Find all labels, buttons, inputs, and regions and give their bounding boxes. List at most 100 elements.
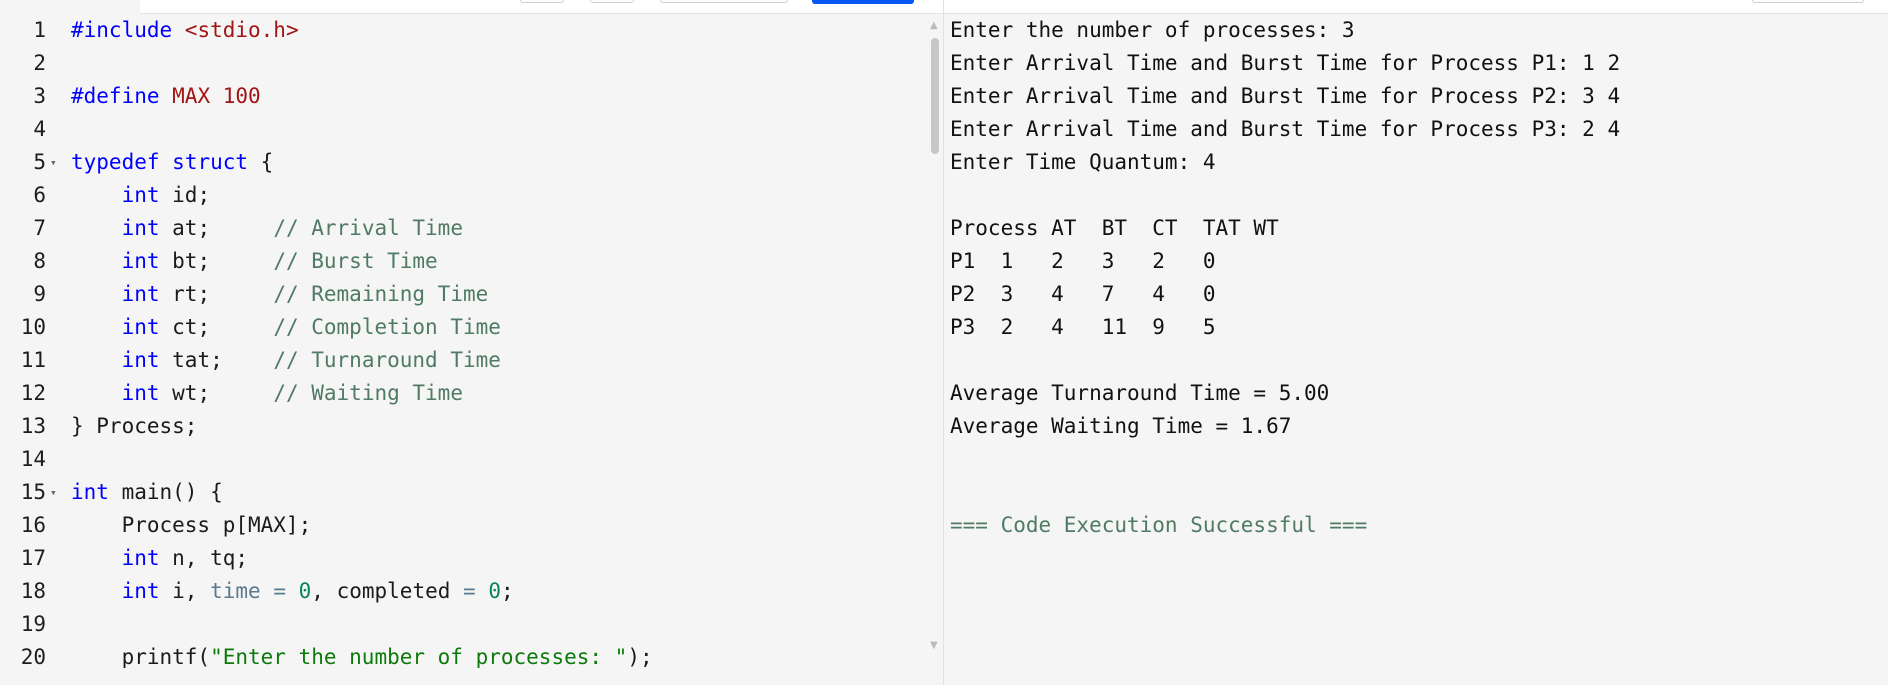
line-number: 3 bbox=[33, 84, 46, 108]
code-line[interactable]: 20 printf("Enter the number of processes… bbox=[0, 641, 930, 668]
code-text: #include <stdio.h> bbox=[71, 14, 299, 47]
line-number: 12 bbox=[20, 381, 46, 405]
code-token: 0 bbox=[298, 579, 312, 603]
code-token: int bbox=[121, 282, 160, 306]
code-line[interactable]: 8 int bt; // Burst Time bbox=[0, 245, 930, 278]
code-token: main() { bbox=[108, 480, 223, 504]
code-token: int bbox=[121, 348, 160, 372]
code-line[interactable]: 2 bbox=[0, 47, 930, 80]
code-line[interactable]: 9 int rt; // Remaining Time bbox=[0, 278, 930, 311]
line-number: 11 bbox=[20, 348, 46, 372]
code-token: int bbox=[121, 183, 160, 207]
code-text: int main() { bbox=[71, 476, 223, 509]
scroll-up-icon[interactable]: ▲ bbox=[930, 20, 938, 31]
output-line: Enter Time Quantum: 4 bbox=[950, 150, 1216, 174]
code-line[interactable]: 5 ▾ typedef struct { bbox=[0, 146, 930, 179]
code-line[interactable]: 6 int id; bbox=[0, 179, 930, 212]
code-token: i, bbox=[159, 579, 211, 603]
code-text: int at; // Arrival Time bbox=[71, 212, 463, 245]
fold-arrow-icon[interactable]: ▾ bbox=[50, 146, 57, 179]
pane-divider[interactable] bbox=[943, 0, 944, 685]
code-line[interactable]: 19 bbox=[0, 608, 930, 641]
code-text: printf("Enter the number of processes: "… bbox=[71, 641, 653, 668]
code-line[interactable]: 3 #define MAX 100 bbox=[0, 80, 930, 113]
code-token: ; bbox=[500, 579, 514, 603]
code-token: rt; bbox=[159, 282, 274, 306]
line-number: 20 bbox=[20, 645, 46, 668]
scrollbar-thumb[interactable] bbox=[931, 38, 939, 154]
code-text: int id; bbox=[71, 179, 211, 212]
line-number: 19 bbox=[20, 612, 46, 636]
toolbar-button[interactable] bbox=[520, 0, 564, 3]
output-line: P1 1 2 3 2 0 bbox=[950, 249, 1216, 273]
code-line[interactable]: 1 #include <stdio.h> bbox=[0, 14, 930, 47]
code-token: Process p[MAX]; bbox=[71, 513, 312, 537]
code-token: at; bbox=[159, 216, 274, 240]
code-token: { bbox=[248, 150, 274, 174]
code-line[interactable]: 4 bbox=[0, 113, 930, 146]
line-number: 15 bbox=[20, 480, 46, 504]
line-number: 9 bbox=[33, 282, 46, 306]
output-line: Enter the number of processes: 3 bbox=[950, 18, 1355, 42]
line-number: 7 bbox=[33, 216, 46, 240]
toolbar-button[interactable] bbox=[590, 0, 634, 3]
code-token: int bbox=[121, 546, 160, 570]
code-line[interactable]: 7 int at; // Arrival Time bbox=[0, 212, 930, 245]
code-text: int bt; // Burst Time bbox=[71, 245, 438, 278]
line-number: 2 bbox=[33, 51, 46, 75]
output-line: Enter Arrival Time and Burst Time for Pr… bbox=[950, 117, 1621, 141]
fold-arrow-icon[interactable]: ▾ bbox=[50, 476, 57, 509]
output-line: Enter Arrival Time and Burst Time for Pr… bbox=[950, 51, 1621, 75]
code-line[interactable]: 16 Process p[MAX]; bbox=[0, 509, 930, 542]
code-token: int bbox=[121, 216, 160, 240]
clear-button[interactable] bbox=[1752, 0, 1864, 3]
top-toolbar bbox=[0, 0, 1888, 14]
code-token: // Turnaround Time bbox=[273, 348, 501, 372]
line-number: 1 bbox=[33, 18, 46, 42]
code-text: int ct; // Completion Time bbox=[71, 311, 501, 344]
code-token: printf( bbox=[71, 645, 211, 668]
toolbar-button[interactable] bbox=[660, 0, 788, 3]
line-number: 16 bbox=[20, 513, 46, 537]
output-line: P3 2 4 11 9 5 bbox=[950, 315, 1216, 339]
line-number: 5 bbox=[33, 150, 46, 174]
code-token: int bbox=[121, 315, 160, 339]
code-text: int n, tq; bbox=[71, 542, 248, 575]
code-token: struct bbox=[172, 150, 249, 174]
code-token: n, tq; bbox=[159, 546, 249, 570]
code-line[interactable]: 15 ▾ int main() { bbox=[0, 476, 930, 509]
code-token: MAX 100 bbox=[172, 84, 261, 108]
code-token: #define bbox=[71, 84, 173, 108]
code-line[interactable]: 18 int i, time = 0, completed = 0; bbox=[0, 575, 930, 608]
code-token: time bbox=[210, 579, 261, 603]
code-editor[interactable]: 1 #include <stdio.h> 2 3 #define MAX 100 4 5 ▾ t… bbox=[0, 14, 944, 668]
code-text: #define MAX 100 bbox=[71, 80, 261, 113]
code-text: } Process; bbox=[71, 410, 197, 443]
code-token: // Arrival Time bbox=[273, 216, 463, 240]
editor-scrollbar[interactable]: ▲ ▼ bbox=[928, 14, 942, 664]
code-token: #include bbox=[71, 18, 185, 42]
code-line[interactable]: 13} Process; bbox=[0, 410, 930, 443]
code-token: // Burst Time bbox=[273, 249, 438, 273]
code-line[interactable]: 17 int n, tq; bbox=[0, 542, 930, 575]
code-token: tat; bbox=[159, 348, 274, 372]
code-line[interactable]: 14 bbox=[0, 443, 930, 476]
scroll-down-icon[interactable]: ▼ bbox=[930, 640, 938, 651]
code-token: typedef bbox=[71, 150, 160, 174]
code-line[interactable]: 11 int tat; // Turnaround Time bbox=[0, 344, 930, 377]
run-button[interactable] bbox=[812, 0, 914, 4]
code-token: ); bbox=[627, 645, 653, 668]
output-console: Enter the number of processes: 3 Enter Ar… bbox=[950, 14, 1880, 674]
code-token: int bbox=[121, 381, 160, 405]
code-token: wt; bbox=[159, 381, 274, 405]
code-text: int wt; // Waiting Time bbox=[71, 377, 463, 410]
code-line[interactable]: 12 int wt; // Waiting Time bbox=[0, 377, 930, 410]
code-token: // Completion Time bbox=[273, 315, 501, 339]
code-line[interactable]: 10 int ct; // Completion Time bbox=[0, 311, 930, 344]
output-line: Average Turnaround Time = 5.00 bbox=[950, 381, 1330, 405]
